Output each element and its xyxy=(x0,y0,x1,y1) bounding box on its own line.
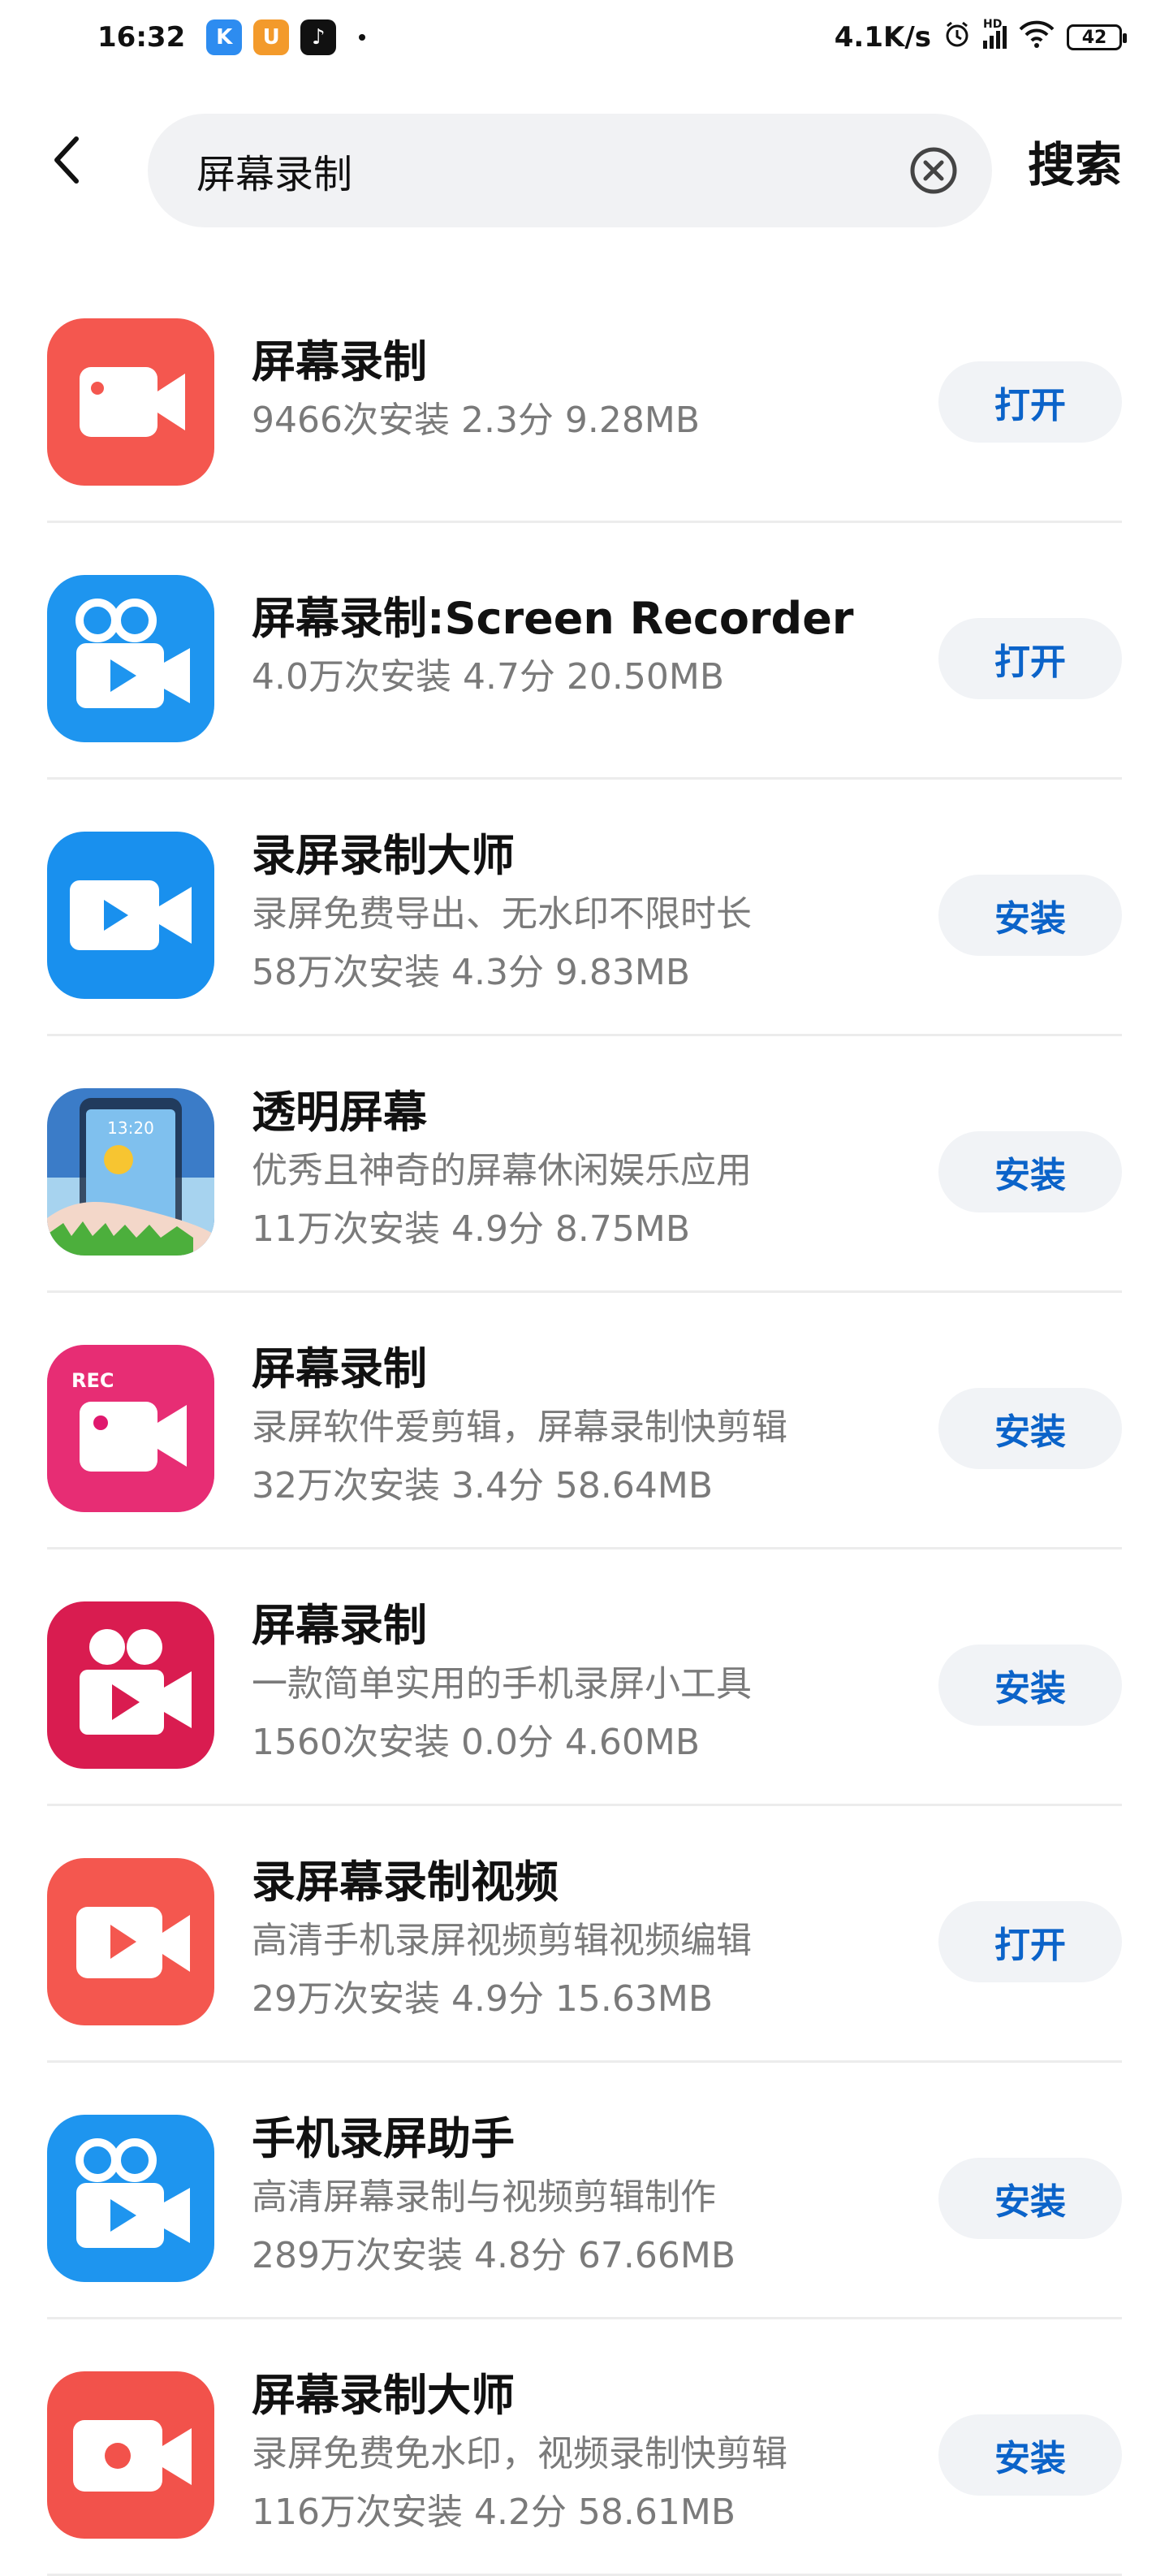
app-name[interactable]: 屏幕录制 xyxy=(252,333,950,391)
install-button[interactable]: 安装 xyxy=(938,1131,1122,1212)
app-description: 录屏免费免水印，视频录制快剪辑 xyxy=(252,2433,787,2474)
app-list: 屏幕录制 9466次安装 2.3分 9.28MB 打开 屏幕录制:Screen … xyxy=(0,266,1169,2576)
app-name[interactable]: 屏幕录制大师 xyxy=(252,2366,950,2425)
hd-label: HD xyxy=(983,18,1003,31)
app-info: 屏幕录制 9466次安装 2.3分 9.28MB xyxy=(252,333,950,450)
wifi-icon xyxy=(1018,19,1055,56)
movie-camera-icon[interactable] xyxy=(47,2115,214,2282)
app-meta: 29万次安装 4.9分 15.63MB xyxy=(252,1978,714,2020)
video-camera-icon[interactable] xyxy=(47,318,214,486)
app-name[interactable]: 透明屏幕 xyxy=(252,1083,950,1142)
app-name[interactable]: 屏幕录制:Screen Recorder xyxy=(252,590,950,648)
open-button[interactable]: 打开 xyxy=(938,361,1122,443)
search-bar[interactable] xyxy=(148,114,992,227)
app-list-item[interactable]: 屏幕录制大师 录屏免费免水印，视频录制快剪辑 116万次安装 4.2分 58.6… xyxy=(47,2319,1122,2576)
app-list-item[interactable]: 屏幕录制:Screen Recorder 4.0万次安装 4.7分 20.50M… xyxy=(47,523,1122,780)
app-name[interactable]: 屏幕录制 xyxy=(252,1340,950,1398)
app-info: 录屏幕录制视频 高清手机录屏视频剪辑视频编辑 29万次安装 4.9分 15.63… xyxy=(252,1853,950,2029)
app-description: 录屏免费导出、无水印不限时长 xyxy=(252,893,752,935)
install-button[interactable]: 安装 xyxy=(938,1388,1122,1469)
open-button[interactable]: 打开 xyxy=(938,618,1122,699)
app-meta: 32万次安装 3.4分 58.64MB xyxy=(252,1465,714,1506)
app-list-item[interactable]: 屏幕录制 9466次安装 2.3分 9.28MB 打开 xyxy=(47,266,1122,523)
clear-search-button[interactable] xyxy=(908,145,960,197)
app-description: 高清屏幕录制与视频剪辑制作 xyxy=(252,2176,716,2218)
install-button[interactable]: 安装 xyxy=(938,1645,1122,1726)
movie-camera-icon[interactable] xyxy=(47,575,214,742)
app-meta: 4.0万次安装 4.7分 20.50MB xyxy=(252,656,725,698)
app-info: 屏幕录制:Screen Recorder 4.0万次安装 4.7分 20.50M… xyxy=(252,590,950,707)
play-camera-icon[interactable] xyxy=(47,1858,214,2025)
app-name[interactable]: 屏幕录制 xyxy=(252,1597,950,1655)
app-description: 一款简单实用的手机录屏小工具 xyxy=(252,1663,752,1705)
search-button[interactable]: 搜索 xyxy=(1028,127,1122,195)
clear-icon xyxy=(910,147,957,194)
status-time: 16:32 xyxy=(97,21,186,54)
app-name[interactable]: 录屏录制大师 xyxy=(252,827,950,885)
more-notifications-dot xyxy=(359,34,366,41)
record-camera-icon[interactable] xyxy=(47,2371,214,2539)
open-button[interactable]: 打开 xyxy=(938,1901,1122,1982)
back-button[interactable] xyxy=(50,132,99,188)
signal-icon: HD xyxy=(983,18,1007,49)
app-name[interactable]: 手机录屏助手 xyxy=(252,2110,950,2168)
transparent-screen-icon[interactable]: 13:20 xyxy=(47,1088,214,1256)
search-input[interactable] xyxy=(195,147,864,194)
transparent-screen-clock: 13:20 xyxy=(107,1118,154,1138)
app-meta: 289万次安装 4.8分 67.66MB xyxy=(252,2235,736,2276)
app-info: 录屏录制大师 录屏免费导出、无水印不限时长 58万次安装 4.3分 9.83MB xyxy=(252,827,950,1002)
rec-camera-icon[interactable]: REC xyxy=(47,1345,214,1512)
app-info: 透明屏幕 优秀且神奇的屏幕休闲娱乐应用 11万次安装 4.9分 8.75MB xyxy=(252,1083,950,1259)
video-camera-play-icon[interactable] xyxy=(47,832,214,999)
app-list-item[interactable]: 录屏录制大师 录屏免费导出、无水印不限时长 58万次安装 4.3分 9.83MB… xyxy=(47,780,1122,1036)
install-button[interactable]: 安装 xyxy=(938,2414,1122,2496)
rec-label: REC xyxy=(71,1369,114,1392)
install-button[interactable]: 安装 xyxy=(938,875,1122,956)
app-meta: 11万次安装 4.9分 8.75MB xyxy=(252,1208,691,1250)
app-meta: 116万次安装 4.2分 58.61MB xyxy=(252,2492,736,2533)
app-info: 屏幕录制大师 录屏免费免水印，视频录制快剪辑 116万次安装 4.2分 58.6… xyxy=(252,2366,950,2542)
battery-icon: 42 xyxy=(1067,24,1127,50)
install-button[interactable]: 安装 xyxy=(938,2158,1122,2239)
app-meta: 58万次安装 4.3分 9.83MB xyxy=(252,952,691,993)
app-list-item[interactable]: REC 屏幕录制 录屏软件爱剪辑，屏幕录制快剪辑 32万次安装 3.4分 58.… xyxy=(47,1293,1122,1549)
status-bar: 16:32 K U ♪ 4.1K/s HD 42 xyxy=(0,0,1169,75)
uc-browser-icon: U xyxy=(253,19,290,55)
app-info: 屏幕录制 一款简单实用的手机录屏小工具 1560次安装 0.0分 4.60MB xyxy=(252,1597,950,1772)
app-list-item[interactable]: 13:20 透明屏幕 优秀且神奇的屏幕休闲娱乐应用 11万次安装 4.9分 8.… xyxy=(47,1036,1122,1293)
app-name[interactable]: 录屏幕录制视频 xyxy=(252,1853,950,1912)
app-description: 录屏软件爱剪辑，屏幕录制快剪辑 xyxy=(252,1407,787,1448)
app-list-item[interactable]: 手机录屏助手 高清屏幕录制与视频剪辑制作 289万次安装 4.8分 67.66M… xyxy=(47,2063,1122,2319)
app-description: 高清手机录屏视频剪辑视频编辑 xyxy=(252,1920,752,1961)
network-speed: 4.1K/s xyxy=(834,21,931,54)
back-arrow-icon xyxy=(54,136,79,184)
app-info: 手机录屏助手 高清屏幕录制与视频剪辑制作 289万次安装 4.8分 67.66M… xyxy=(252,2110,950,2285)
alarm-icon xyxy=(943,19,972,56)
app-list-item[interactable]: 屏幕录制 一款简单实用的手机录屏小工具 1560次安装 0.0分 4.60MB … xyxy=(47,1549,1122,1806)
search-header: 搜索 xyxy=(0,75,1169,227)
app-meta: 1560次安装 0.0分 4.60MB xyxy=(252,1722,701,1763)
film-camera-icon[interactable] xyxy=(47,1601,214,1769)
tiktok-icon: ♪ xyxy=(300,19,337,55)
browser-app-icon: K xyxy=(206,19,243,55)
app-meta: 9466次安装 2.3分 9.28MB xyxy=(252,400,701,441)
app-description: 优秀且神奇的屏幕休闲娱乐应用 xyxy=(252,1150,752,1191)
app-list-item[interactable]: 录屏幕录制视频 高清手机录屏视频剪辑视频编辑 29万次安装 4.9分 15.63… xyxy=(47,1806,1122,2063)
app-info: 屏幕录制 录屏软件爱剪辑，屏幕录制快剪辑 32万次安装 3.4分 58.64MB xyxy=(252,1340,950,1515)
